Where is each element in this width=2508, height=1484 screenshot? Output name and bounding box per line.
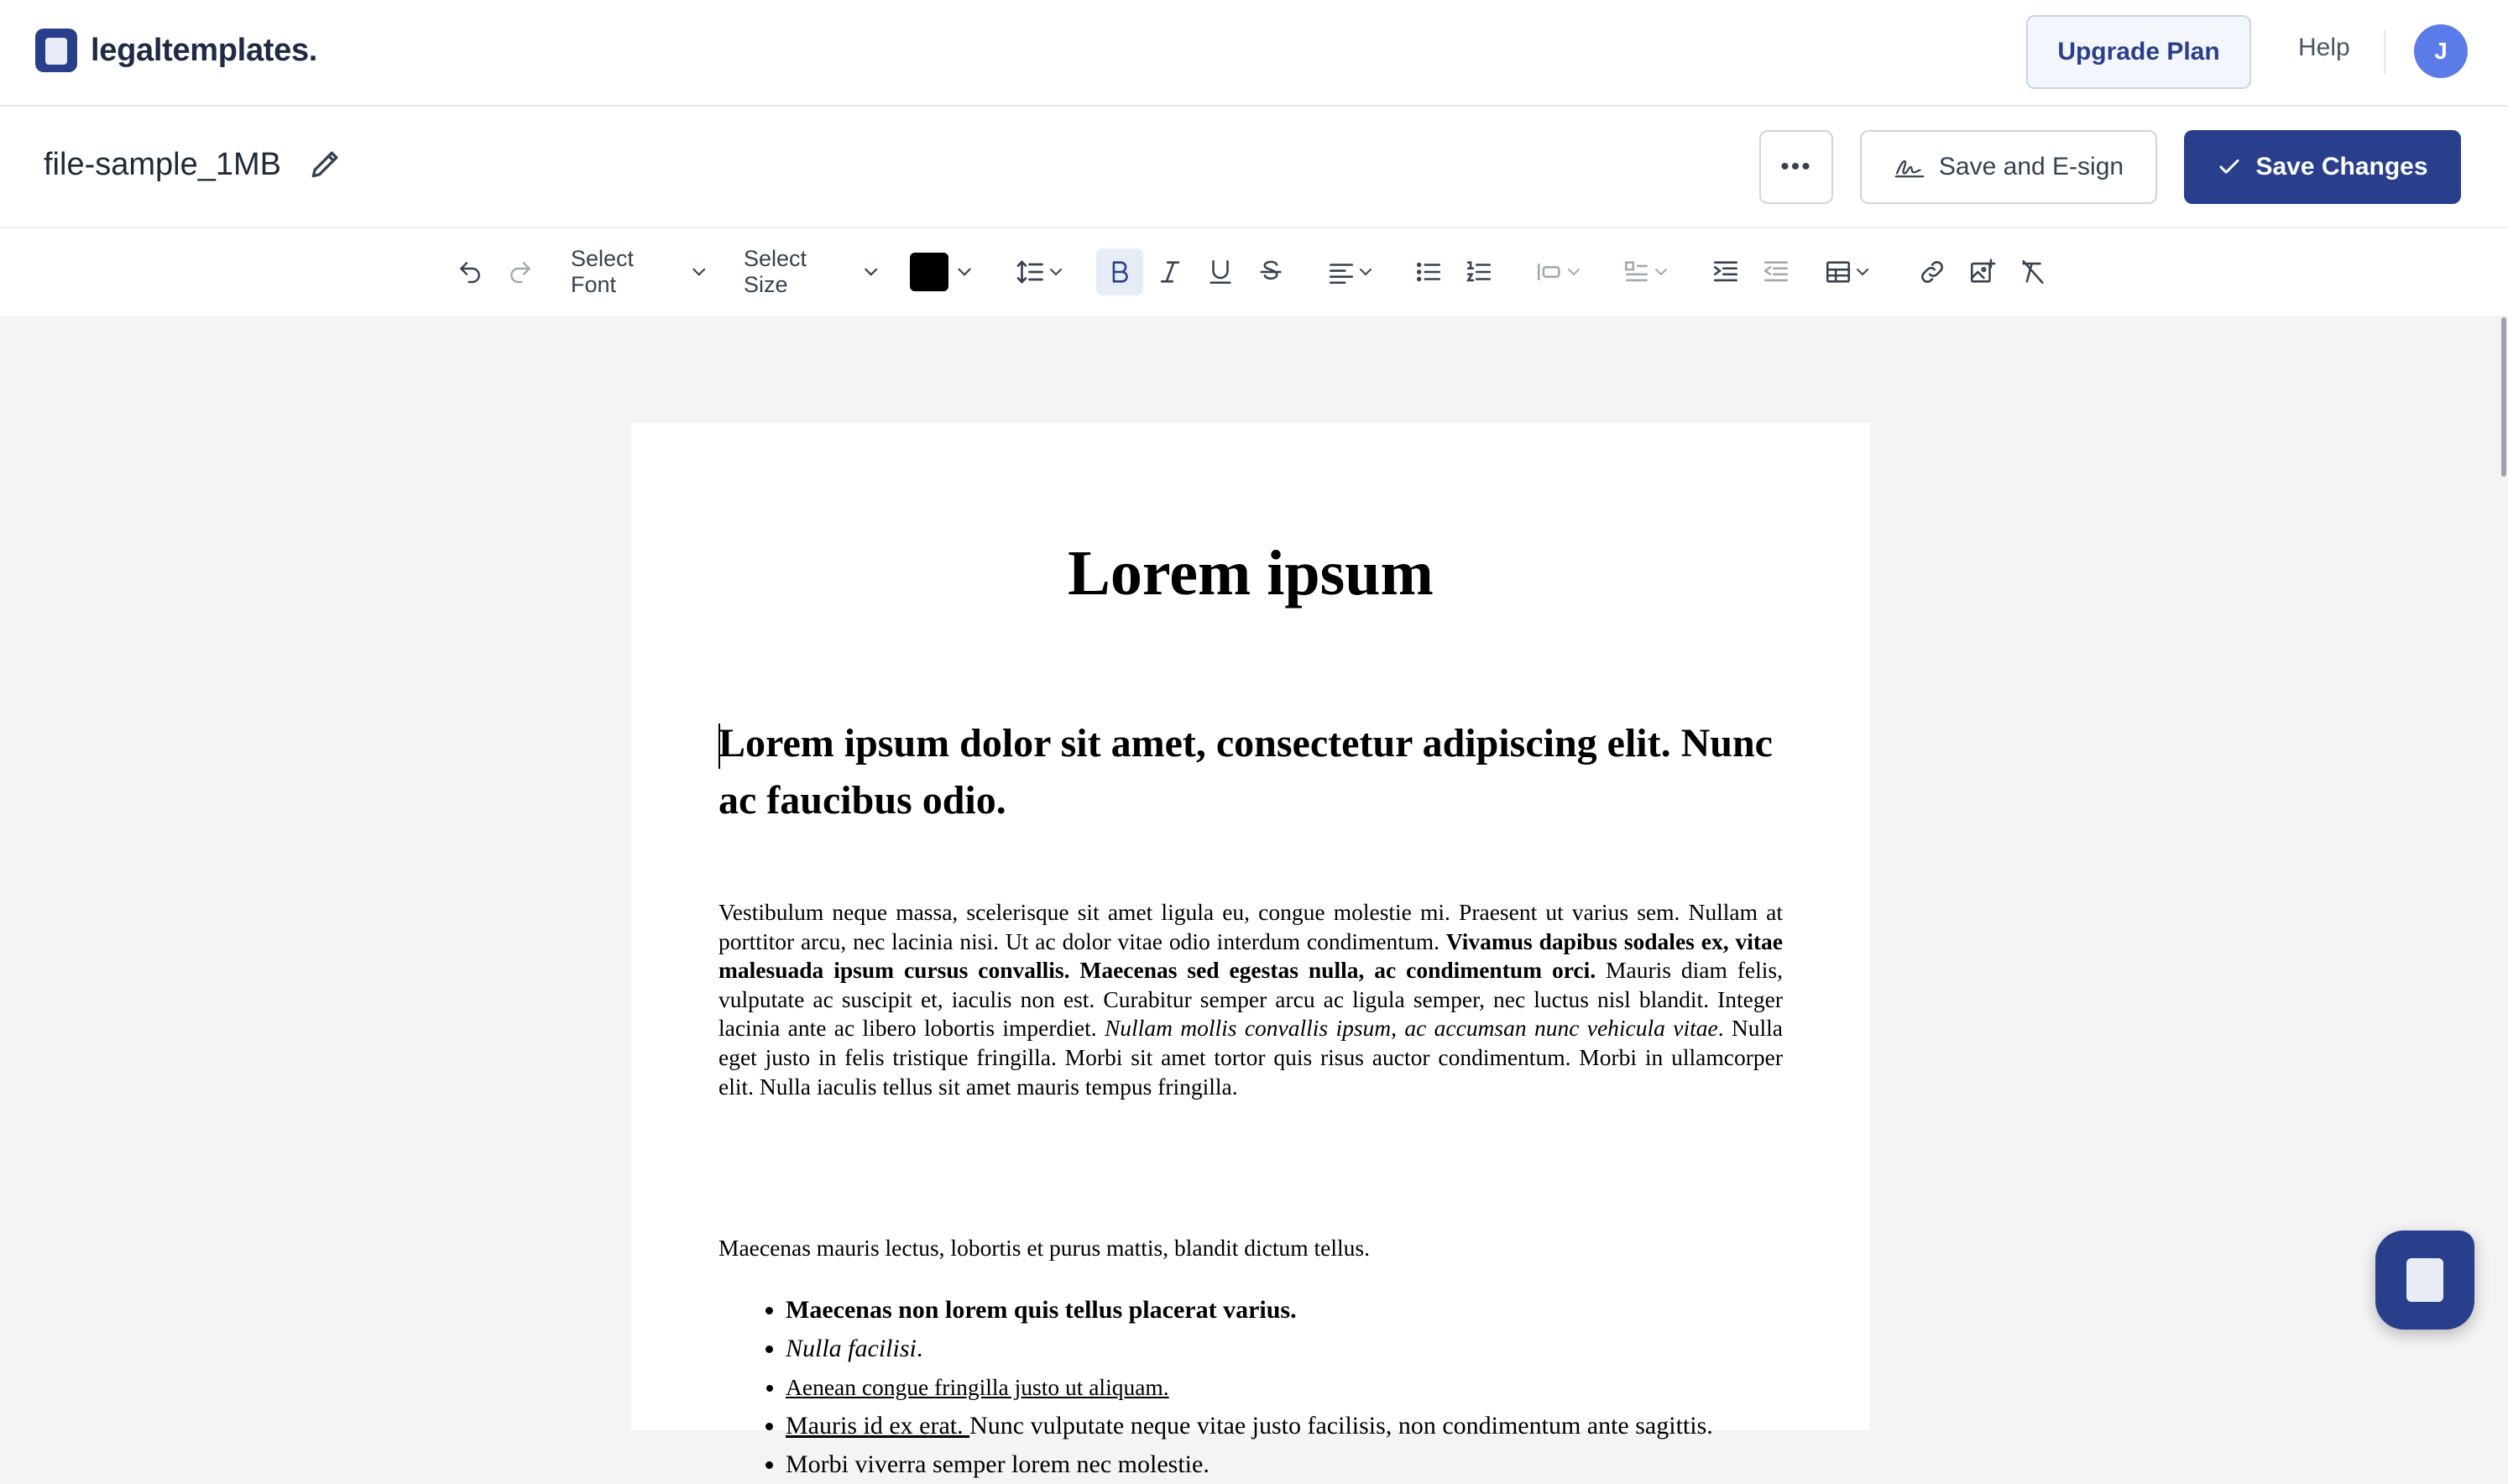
document-heading-2[interactable]: Lorem ipsum dolor sit amet, consectetur …	[718, 715, 1783, 829]
underlined-text: Mauris id ex erat.	[786, 1412, 970, 1440]
more-options-button[interactable]: •••	[1759, 130, 1833, 204]
document-icon	[2406, 1258, 2443, 1302]
signature-icon	[1894, 159, 1925, 178]
list-item-tail: .	[916, 1335, 923, 1362]
chevron-down-icon	[958, 268, 971, 276]
line-height-button[interactable]	[1011, 248, 1071, 295]
list-item[interactable]: Maecenas non lorem quis tellus placerat …	[786, 1291, 1850, 1330]
link-icon[interactable]	[1914, 248, 1951, 295]
chevron-down-icon	[1360, 269, 1372, 276]
checklist-button[interactable]	[1617, 248, 1677, 295]
outdent-icon[interactable]	[1758, 248, 1795, 295]
editor-canvas: Lorem ipsum Lorem ipsum dolor sit amet, …	[0, 316, 2508, 1478]
chevron-down-icon	[692, 268, 706, 276]
save-changes-label: Save Changes	[2255, 153, 2428, 180]
checklist-icon	[1624, 261, 1648, 282]
document-header: file-sample_1MB ••• Save and E-sign Save…	[0, 107, 2508, 228]
bold-icon[interactable]	[1096, 248, 1143, 295]
chevron-down-icon	[1655, 269, 1667, 276]
chevron-down-icon	[1050, 269, 1062, 276]
list-item-text: Nunc vulputate neque vitae justo facilis…	[969, 1412, 1713, 1440]
redo-icon[interactable]	[502, 248, 539, 295]
italic-icon[interactable]	[1152, 248, 1189, 295]
font-select[interactable]: Select Font	[571, 246, 710, 297]
user-avatar[interactable]: J	[2414, 24, 2468, 78]
document-title: file-sample_1MB	[44, 147, 281, 182]
brand-logo[interactable]: legaltemplates.	[35, 29, 317, 72]
strikethrough-icon[interactable]	[1252, 248, 1289, 295]
underline-icon[interactable]	[1202, 248, 1239, 295]
divider	[2384, 30, 2385, 74]
document-page[interactable]: Lorem ipsum Lorem ipsum dolor sit amet, …	[631, 423, 1870, 1478]
brand-name: legaltemplates.	[91, 32, 318, 68]
formatting-toolbar: Select Font Select Size	[0, 228, 2508, 316]
align-button[interactable]	[1321, 248, 1382, 295]
table-button[interactable]	[1818, 248, 1878, 295]
vertical-scrollbar[interactable]	[2501, 317, 2506, 477]
line-height-icon	[1016, 260, 1043, 284]
save-and-esign-button[interactable]: Save and E-sign	[1860, 130, 2157, 204]
chevron-down-icon	[864, 268, 877, 276]
help-link[interactable]: Help	[2298, 34, 2350, 62]
chevron-down-icon	[1857, 269, 1868, 276]
list-item[interactable]: Morbi viverra semper lorem nec molestie.	[786, 1445, 1850, 1484]
block-style-button[interactable]	[1529, 248, 1590, 295]
pencil-icon[interactable]	[307, 145, 344, 182]
text-color-picker[interactable]	[907, 248, 979, 295]
check-icon	[2219, 159, 2239, 174]
save-changes-button[interactable]: Save Changes	[2184, 130, 2461, 204]
assistant-launcher-button[interactable]	[2375, 1231, 2474, 1330]
list-item[interactable]: Mauris id ex erat. Nunc vulputate neque …	[786, 1407, 1850, 1445]
logo-icon	[35, 29, 77, 72]
document-heading-1[interactable]: Lorem ipsum	[631, 537, 1870, 610]
align-left-icon	[1329, 264, 1354, 285]
document-paragraph[interactable]: Maecenas mauris lectus, lobortis et puru…	[718, 1234, 1783, 1262]
save-and-esign-label: Save and E-sign	[1938, 153, 2124, 180]
chevron-down-icon	[1568, 269, 1580, 276]
upgrade-plan-button[interactable]: Upgrade Plan	[2026, 15, 2251, 89]
italic-text: Nulla facilisi	[786, 1335, 917, 1362]
insert-image-icon[interactable]	[1964, 248, 2001, 295]
indent-icon[interactable]	[1707, 248, 1744, 295]
undo-icon[interactable]	[452, 248, 489, 295]
top-bar: legaltemplates. Upgrade Plan Help J	[0, 0, 2508, 107]
bullet-list: Maecenas non lorem quis tellus placerat …	[718, 1291, 1850, 1484]
italic-text: Nullam mollis convallis ipsum, ac accums…	[1104, 1015, 1718, 1042]
block-icon	[1537, 264, 1560, 280]
bullet-list-icon[interactable]	[1410, 248, 1447, 295]
table-icon	[1826, 261, 1851, 283]
numbered-list-icon[interactable]	[1460, 248, 1497, 295]
clear-format-icon[interactable]	[2014, 248, 2051, 295]
font-select-label: Select Font	[571, 246, 635, 297]
list-item[interactable]: Nulla facilisi.	[786, 1330, 1850, 1368]
document-paragraph[interactable]: Vestibulum neque massa, scelerisque sit …	[718, 898, 1783, 1101]
size-select-label: Select Size	[744, 246, 807, 297]
list-item[interactable]: Aenean congue fringilla justo ut aliquam…	[786, 1368, 1850, 1407]
size-select[interactable]: Select Size	[744, 246, 881, 297]
color-swatch	[910, 253, 948, 291]
